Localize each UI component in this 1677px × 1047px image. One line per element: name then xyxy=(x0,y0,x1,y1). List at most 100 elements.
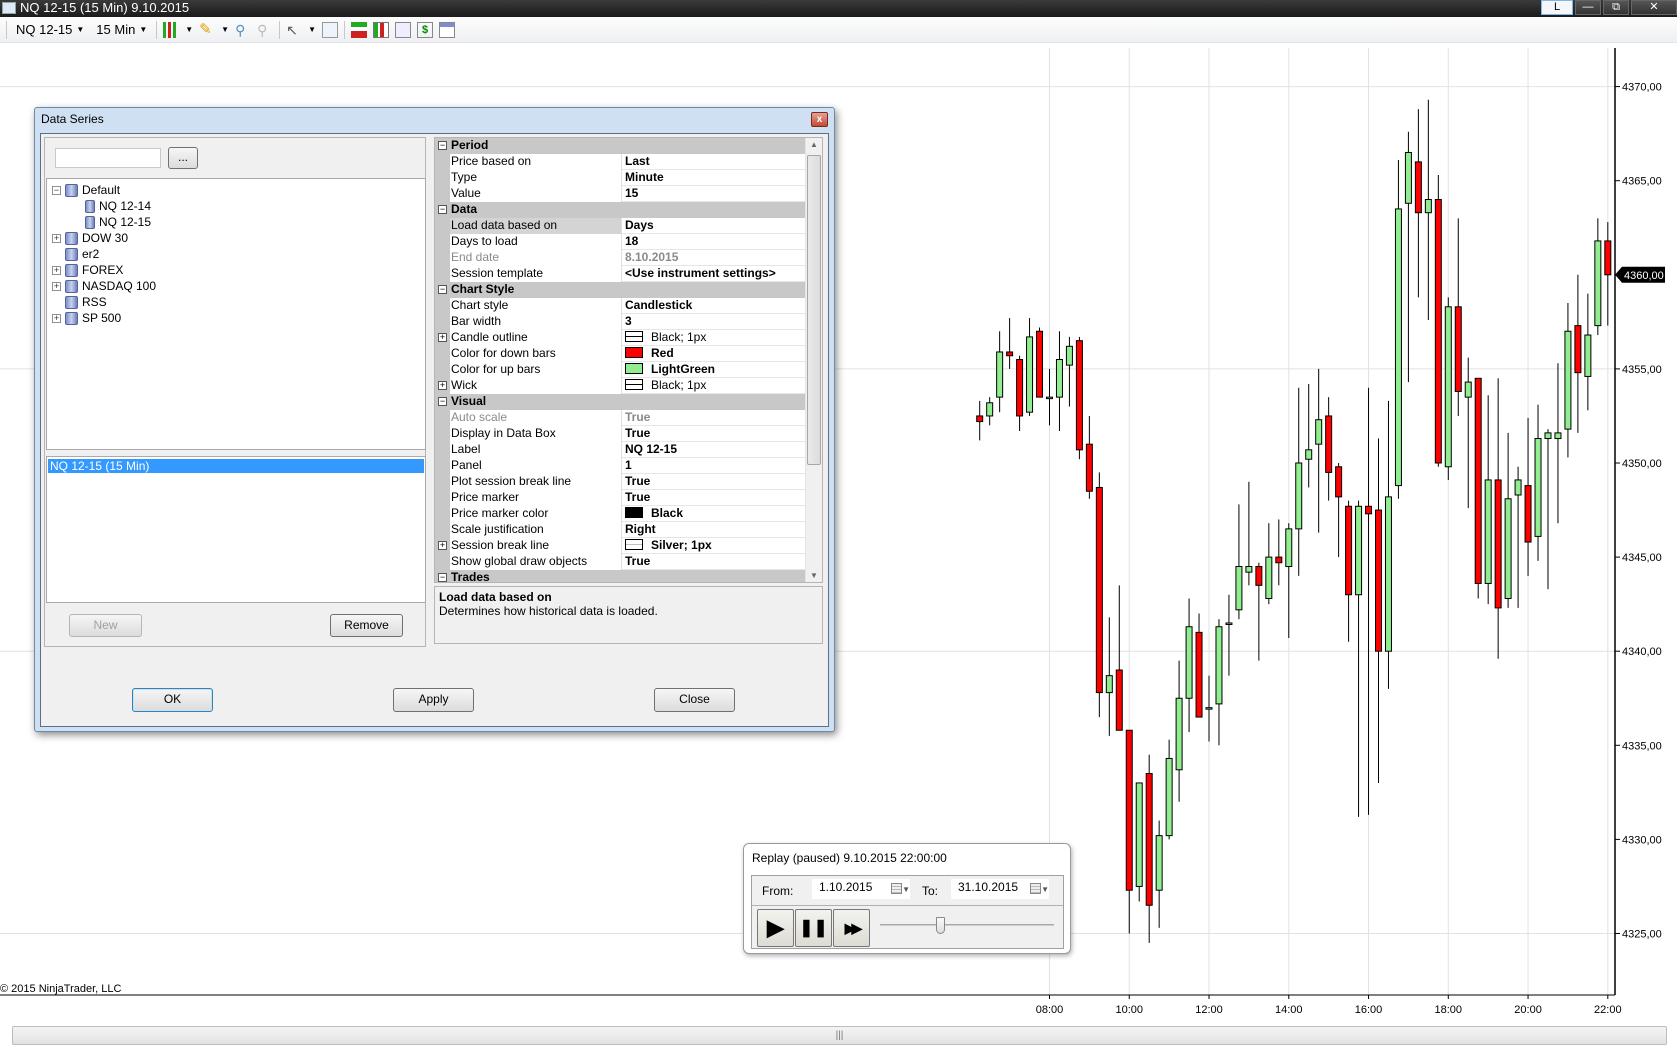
expand-icon[interactable]: + xyxy=(438,333,447,342)
property-value[interactable]: 1 xyxy=(623,458,806,473)
property-row[interactable]: Value 15 xyxy=(435,186,806,202)
property-value[interactable]: Right xyxy=(623,522,806,537)
fast-forward-button[interactable]: ▶▶ xyxy=(833,909,870,947)
property-value[interactable]: Black; 1px xyxy=(623,330,806,345)
apply-button[interactable]: Apply xyxy=(393,688,474,712)
chevron-down-icon[interactable]: ▼ xyxy=(185,25,193,34)
chevron-down-icon[interactable]: ▼ xyxy=(308,25,316,34)
tree-item[interactable]: + DOW 30 xyxy=(52,230,128,246)
search-data-box-icon[interactable] xyxy=(322,21,339,38)
property-value[interactable]: Last xyxy=(623,154,806,169)
property-value[interactable]: True xyxy=(623,490,806,505)
property-row[interactable]: Price marker True xyxy=(435,490,806,506)
property-category[interactable]: − Trades xyxy=(435,570,806,582)
property-row[interactable]: Panel 1 xyxy=(435,458,806,474)
property-row[interactable]: + Wick Black; 1px xyxy=(435,378,806,394)
dollar-icon[interactable]: $ xyxy=(417,21,434,38)
interval-dropdown[interactable]: 15 Min ▼ xyxy=(93,22,150,37)
property-value[interactable]: True xyxy=(623,410,806,425)
cursor-icon[interactable]: ↖ xyxy=(286,22,302,38)
property-row[interactable]: + Session break line Silver; 1px xyxy=(435,538,806,554)
property-row[interactable]: Chart style Candlestick xyxy=(435,298,806,314)
scroll-up-icon[interactable]: ▲ xyxy=(810,140,818,149)
property-row[interactable]: Bar width 3 xyxy=(435,314,806,330)
slider-thumb[interactable] xyxy=(936,917,946,934)
horizontal-scrollbar[interactable]: ||| xyxy=(12,1026,1667,1045)
from-date-picker[interactable]: 1.10.2015 ▼ xyxy=(812,879,910,899)
property-value[interactable]: True xyxy=(623,554,806,569)
property-grid[interactable]: − Period Price based on Last Type Minute Value… xyxy=(434,137,823,583)
dialog-close-button[interactable]: x xyxy=(811,112,828,127)
property-row[interactable]: Price based on Last xyxy=(435,154,806,170)
property-category[interactable]: − Visual xyxy=(435,394,806,410)
property-value[interactable]: True xyxy=(623,426,806,441)
to-date-picker[interactable]: 31.10.2015 ▼ xyxy=(951,879,1049,899)
pause-button[interactable]: ❚❚ xyxy=(795,909,832,947)
property-value[interactable]: 8.10.2015 xyxy=(623,250,806,265)
close-window-button[interactable]: ✕ xyxy=(1631,0,1677,15)
link-button[interactable]: L xyxy=(1541,0,1573,15)
property-value[interactable]: Black xyxy=(623,506,806,521)
property-grid-scrollbar[interactable]: ▲ ▼ xyxy=(805,138,822,582)
series-list-item[interactable]: NQ 12-15 (15 Min) xyxy=(48,459,424,473)
expand-icon[interactable]: + xyxy=(52,265,61,275)
collapse-icon[interactable]: − xyxy=(438,573,447,582)
property-row[interactable]: End date 8.10.2015 xyxy=(435,250,806,266)
expand-icon[interactable]: + xyxy=(52,281,61,291)
collapse-icon[interactable]: − xyxy=(438,141,447,150)
collapse-icon[interactable]: − xyxy=(52,185,61,195)
property-row[interactable]: Days to load 18 xyxy=(435,234,806,250)
chevron-down-icon[interactable]: ▼ xyxy=(221,25,229,34)
property-value[interactable]: True xyxy=(623,474,806,489)
tree-item[interactable]: + SP 500 xyxy=(52,310,121,326)
property-row[interactable]: Color for down bars Red xyxy=(435,346,806,362)
property-value[interactable]: Silver; 1px xyxy=(623,538,806,553)
instrument-search-input[interactable] xyxy=(55,148,161,168)
replay-speed-slider[interactable] xyxy=(880,917,1054,934)
indicators-icon[interactable] xyxy=(373,21,390,38)
expand-icon[interactable]: + xyxy=(52,233,61,243)
property-value[interactable]: <Use instrument settings> xyxy=(623,266,806,281)
property-value[interactable]: 3 xyxy=(623,314,806,329)
expand-icon[interactable]: + xyxy=(52,313,61,323)
remove-button[interactable]: Remove xyxy=(330,614,403,637)
tree-item[interactable]: + NASDAQ 100 xyxy=(52,278,156,294)
instrument-tree[interactable]: − Default NQ 12-14 NQ 12-15 + DOW 30 er2 + FOREX… xyxy=(46,178,426,450)
property-row[interactable]: Show global draw objects True xyxy=(435,554,806,570)
tree-item[interactable]: − Default xyxy=(52,182,120,198)
tree-item[interactable]: NQ 12-15 xyxy=(85,214,151,230)
collapse-icon[interactable]: − xyxy=(438,205,447,214)
tree-item[interactable]: + FOREX xyxy=(52,262,123,278)
instrument-dropdown[interactable]: NQ 12-15 ▼ xyxy=(13,22,87,37)
property-row[interactable]: Scale justification Right xyxy=(435,522,806,538)
scroll-thumb[interactable] xyxy=(807,155,821,465)
zoom-in-icon[interactable]: ⚲ xyxy=(235,22,251,38)
tree-item[interactable]: NQ 12-14 xyxy=(85,198,151,214)
property-row[interactable]: Auto scale True xyxy=(435,410,806,426)
ok-button[interactable]: OK xyxy=(132,688,213,712)
property-value[interactable]: NQ 12-15 xyxy=(623,442,806,457)
property-row[interactable]: Load data based on Days xyxy=(435,218,806,234)
scroll-down-icon[interactable]: ▼ xyxy=(810,571,818,580)
minimize-button[interactable]: — xyxy=(1575,0,1601,15)
property-row[interactable]: + Candle outline Black; 1px xyxy=(435,330,806,346)
property-category[interactable]: − Period xyxy=(435,138,806,154)
collapse-icon[interactable]: − xyxy=(438,285,447,294)
property-value[interactable]: 15 xyxy=(623,186,806,201)
property-row[interactable]: Type Minute xyxy=(435,170,806,186)
properties-icon[interactable] xyxy=(439,21,456,38)
restore-button[interactable]: ⧉ xyxy=(1603,0,1629,15)
property-category[interactable]: − Chart Style xyxy=(435,282,806,298)
property-row[interactable]: Session template <Use instrument settings… xyxy=(435,266,806,282)
close-button[interactable]: Close xyxy=(654,688,735,712)
property-value[interactable]: 18 xyxy=(623,234,806,249)
tree-item[interactable]: RSS xyxy=(52,294,107,310)
property-row[interactable]: Color for up bars LightGreen xyxy=(435,362,806,378)
collapse-icon[interactable]: − xyxy=(438,397,447,406)
strategy-icon[interactable] xyxy=(351,21,368,38)
property-value[interactable]: Black; 1px xyxy=(623,378,806,393)
expand-icon[interactable]: + xyxy=(438,541,447,550)
property-category[interactable]: − Data xyxy=(435,202,806,218)
play-button[interactable]: ▶ xyxy=(757,909,794,947)
property-row[interactable]: Price marker color Black xyxy=(435,506,806,522)
